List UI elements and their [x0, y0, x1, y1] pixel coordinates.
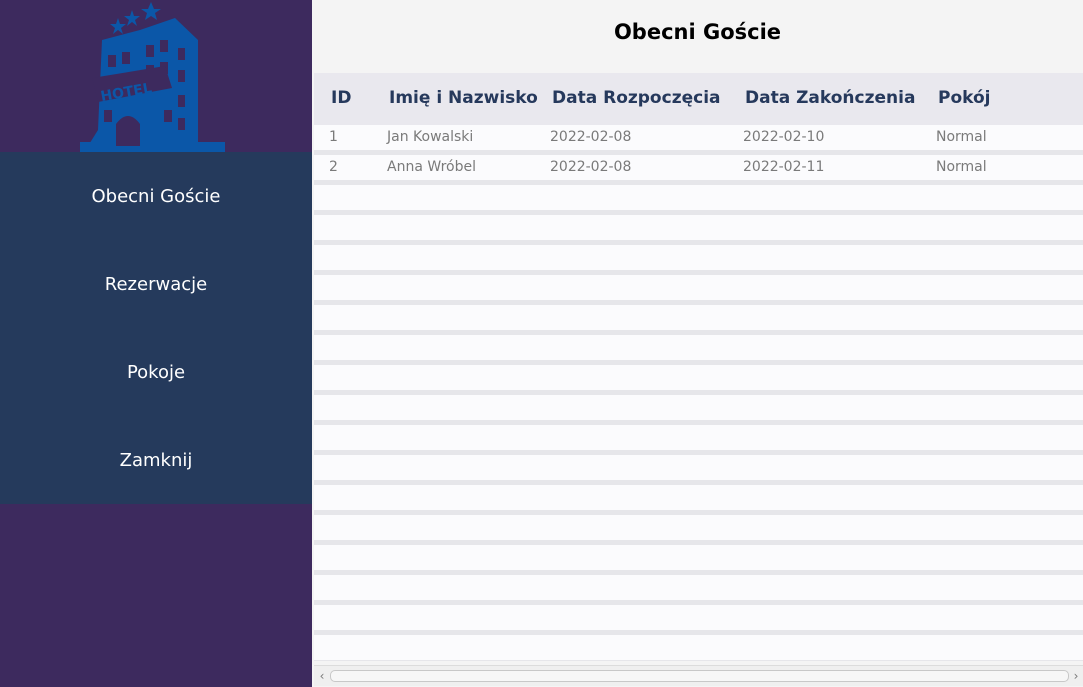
scrollbar-thumb[interactable] — [330, 670, 1069, 682]
table-header: ID Imię i Nazwisko Data Rozpoczęcia Data… — [314, 73, 1083, 125]
cell-room: Normal — [936, 159, 987, 175]
horizontal-scrollbar[interactable]: ‹ › — [314, 665, 1083, 686]
empty-table-row — [314, 575, 1083, 600]
table-row[interactable]: 1 Jan Kowalski 2022-02-08 2022-02-10 Nor… — [314, 125, 1083, 150]
empty-table-row — [314, 245, 1083, 270]
chevron-right-icon[interactable]: › — [1069, 668, 1083, 684]
empty-table-row — [314, 455, 1083, 480]
cell-name: Anna Wróbel — [387, 159, 476, 175]
empty-table-row — [314, 425, 1083, 450]
empty-table-row — [314, 335, 1083, 360]
cell-end-date: 2022-02-11 — [743, 159, 825, 175]
empty-table-row — [314, 605, 1083, 630]
sidebar-item-obecni-goscie[interactable]: Obecni Goście — [0, 152, 312, 240]
sidebar-item-zamknij[interactable]: Zamknij — [0, 416, 312, 504]
empty-table-row — [314, 365, 1083, 390]
column-header-end-date[interactable]: Data Zakończenia — [745, 88, 915, 108]
hotel-logo-icon: HOTEL — [80, 2, 225, 152]
cell-id: 2 — [329, 159, 338, 175]
cell-start-date: 2022-02-08 — [550, 159, 632, 175]
empty-table-row — [314, 485, 1083, 510]
main-panel: Obecni Goście ID Imię i Nazwisko Data Ro… — [312, 0, 1083, 687]
sidebar-item-label: Obecni Goście — [91, 185, 221, 207]
cell-start-date: 2022-02-08 — [550, 129, 632, 145]
sidebar-item-label: Zamknij — [119, 449, 193, 471]
empty-table-row — [314, 275, 1083, 300]
empty-table-row — [314, 545, 1083, 570]
sidebar: HOTEL Obecni Goście Rezerwacje Pokoje Za… — [0, 0, 312, 687]
column-header-name[interactable]: Imię i Nazwisko — [389, 88, 538, 108]
empty-table-row — [314, 215, 1083, 240]
cell-end-date: 2022-02-10 — [743, 129, 825, 145]
column-header-start-date[interactable]: Data Rozpoczęcia — [552, 88, 721, 108]
sidebar-item-label: Pokoje — [126, 361, 186, 383]
page-title: Obecni Goście — [613, 20, 782, 44]
empty-table-row — [314, 395, 1083, 420]
sidebar-item-pokoje[interactable]: Pokoje — [0, 328, 312, 416]
table-row[interactable]: 2 Anna Wróbel 2022-02-08 2022-02-11 Norm… — [314, 155, 1083, 180]
empty-table-row — [314, 305, 1083, 330]
cell-id: 1 — [329, 129, 338, 145]
cell-room: Normal — [936, 129, 987, 145]
empty-table-row — [314, 635, 1083, 660]
chevron-left-icon[interactable]: ‹ — [315, 668, 329, 684]
empty-table-row — [314, 185, 1083, 210]
cell-name: Jan Kowalski — [387, 129, 474, 145]
column-header-id[interactable]: ID — [331, 88, 351, 108]
sidebar-menu: Obecni Goście Rezerwacje Pokoje Zamknij — [0, 152, 312, 504]
sidebar-item-rezerwacje[interactable]: Rezerwacje — [0, 240, 312, 328]
column-header-room[interactable]: Pokój — [938, 88, 991, 108]
guests-table[interactable]: ID Imię i Nazwisko Data Rozpoczęcia Data… — [314, 73, 1083, 661]
sidebar-item-label: Rezerwacje — [104, 273, 208, 295]
empty-table-row — [314, 515, 1083, 540]
